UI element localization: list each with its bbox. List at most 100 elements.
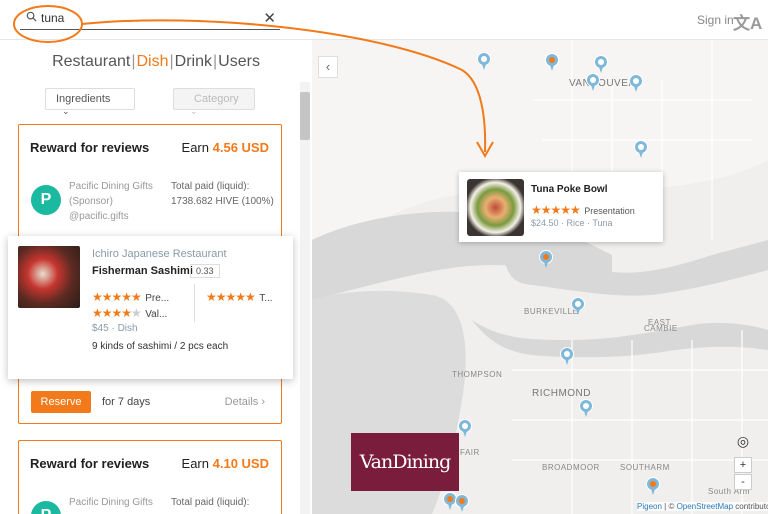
tab-users[interactable]: Users	[218, 53, 260, 70]
tab-separator: |	[131, 53, 136, 70]
osm-link[interactable]: OpenStreetMap	[677, 502, 733, 511]
rating-label: Val...	[145, 309, 168, 320]
map-pin[interactable]	[646, 477, 660, 495]
map-pin[interactable]	[455, 494, 469, 512]
reserve-button[interactable]: Reserve	[31, 391, 91, 413]
reward-card: Reward for reviews Earn 4.10 USD P Pacif…	[18, 440, 282, 514]
search-box[interactable]: tuna ✕	[20, 8, 280, 30]
map-pin[interactable]	[571, 297, 585, 315]
dish-price: $45 · Dish	[92, 323, 138, 334]
tab-restaurant[interactable]: Restaurant	[52, 53, 130, 70]
reserve-duration: for 7 days	[102, 396, 151, 408]
map-dish-card[interactable]: Tuna Poke Bowl ★★★★★ Presentation $24.50…	[459, 172, 663, 242]
details-label[interactable]: Details	[225, 396, 259, 408]
sign-in-link[interactable]: Sign in	[697, 13, 734, 27]
vandining-logo: VanDining	[351, 433, 459, 491]
earn-amount: Earn 4.56 USD	[182, 140, 269, 155]
tab-dish[interactable]: Dish	[136, 53, 168, 70]
dish-photo[interactable]	[18, 246, 80, 308]
map-attribution: Pigeon | © OpenStreetMap contributors	[637, 502, 768, 511]
sponsor-name[interactable]: Pacific Dining Gifts	[69, 495, 153, 510]
rating-stars: ★★★★★	[206, 290, 256, 304]
clear-search-icon[interactable]: ✕	[263, 9, 276, 27]
rating-label: T...	[259, 293, 273, 304]
rating-stars: ★★★★★	[92, 306, 142, 320]
dish-name[interactable]: Fisherman Sashimi	[92, 265, 193, 277]
total-paid-label: Total paid (liquid):	[171, 181, 250, 192]
earn-amount: Earn 4.10 USD	[182, 456, 269, 471]
sponsor-handle[interactable]: @pacific.gifts	[69, 209, 153, 224]
top-bar: tuna ✕ Sign in 文A	[0, 0, 768, 40]
map-pin[interactable]	[560, 347, 574, 365]
translate-icon[interactable]: 文A	[733, 9, 762, 34]
dish-popup[interactable]: Ichiro Japanese Restaurant Fisherman Sas…	[8, 236, 293, 379]
map-label-broadmoor: BROADMOOR	[542, 463, 600, 472]
dish-description: 9 kinds of sashimi / 2 pcs each	[92, 341, 229, 352]
total-paid: Total paid (liquid): 1738.682 HIVE (100%…	[171, 179, 274, 209]
map-label-thompson: THOMPSON	[452, 370, 503, 379]
attribution-separator: | ©	[661, 502, 677, 511]
zoom-out-button[interactable]: -	[734, 474, 752, 490]
map-pin[interactable]	[629, 74, 643, 92]
search-icon	[26, 11, 37, 22]
map-pin[interactable]	[545, 53, 559, 71]
map-pin[interactable]	[477, 52, 491, 70]
total-paid-label: Total paid (liquid):	[171, 497, 250, 508]
map-pin[interactable]	[458, 419, 472, 437]
map-label-vancouver: VANCOUVER	[569, 78, 637, 89]
map-label-southarm: SOUTHARM	[620, 463, 670, 472]
map-label-fair: FAIR	[460, 448, 480, 457]
chevron-right-icon: ›	[261, 396, 265, 408]
dish-photo[interactable]	[467, 179, 524, 236]
earn-label: Earn	[181, 456, 209, 471]
zoom-in-button[interactable]: +	[734, 457, 752, 473]
sponsor-logo: P	[31, 501, 61, 514]
details-link[interactable]: Details ›	[225, 396, 265, 408]
earn-label: Earn	[181, 140, 209, 155]
rating-label: Presentation	[584, 206, 635, 216]
rating-label: Pre...	[145, 293, 170, 304]
rating-row: ★★★★★ Presentation	[531, 201, 635, 219]
chevron-down-icon: ⌄	[62, 106, 70, 116]
tab-separator: |	[169, 53, 174, 70]
collapse-panel-button[interactable]: ‹	[318, 56, 338, 78]
locate-icon[interactable]: ◎	[734, 433, 752, 451]
rating-stars: ★★★★★	[92, 290, 142, 304]
divider	[194, 284, 195, 322]
rating-row: ★★★★★ T...	[206, 288, 273, 306]
map-pin[interactable]	[634, 140, 648, 158]
rating-stars: ★★★★★	[531, 203, 581, 217]
category-tabs: Restaurant|Dish|Drink|Users	[0, 53, 312, 71]
sponsor-name[interactable]: Pacific Dining Gifts	[69, 179, 153, 194]
map-card-title[interactable]: Tuna Poke Bowl	[531, 184, 608, 195]
chevron-down-icon: ⌄	[190, 106, 198, 116]
scrollbar-track[interactable]	[300, 82, 310, 514]
map-pin[interactable]	[594, 55, 608, 73]
map-label-richmond: RICHMOND	[532, 388, 591, 399]
earn-value: 4.10 USD	[212, 456, 269, 471]
rating-row: ★★★★★ Val...	[92, 304, 167, 322]
sponsor-role: (Sponsor)	[69, 196, 113, 207]
pigeon-link[interactable]: Pigeon	[637, 502, 662, 511]
map-card-meta: $24.50 · Rice · Tuna	[531, 218, 613, 228]
map-pin[interactable]	[539, 250, 553, 268]
total-paid-value: 1738.682 HIVE (100%)	[171, 196, 274, 207]
restaurant-name[interactable]: Ichiro Japanese Restaurant	[92, 248, 227, 260]
category-dropdown[interactable]: Category ⌄	[173, 88, 255, 116]
tab-separator: |	[213, 53, 218, 70]
scrollbar-thumb[interactable]	[300, 92, 310, 140]
map-pin[interactable]	[579, 399, 593, 417]
sponsor-logo: P	[31, 185, 61, 215]
category-label: Category	[194, 93, 239, 105]
dish-score: 0.33	[190, 264, 220, 278]
map-pin[interactable]	[586, 73, 600, 91]
ingredients-label: Ingredients	[56, 93, 111, 105]
ingredients-dropdown[interactable]: Ingredients ⌄	[45, 88, 135, 116]
sponsor-info: Pacific Dining Gifts (Sponsor) @pacific.…	[69, 179, 153, 224]
reward-title: Reward for reviews	[30, 140, 150, 155]
map-label-cambie: CAMBIE	[644, 324, 678, 333]
earn-value: 4.56 USD	[212, 140, 269, 155]
tab-drink[interactable]: Drink	[175, 53, 212, 70]
search-input[interactable]: tuna	[41, 11, 64, 25]
attribution-contributors: contributors	[735, 502, 768, 511]
